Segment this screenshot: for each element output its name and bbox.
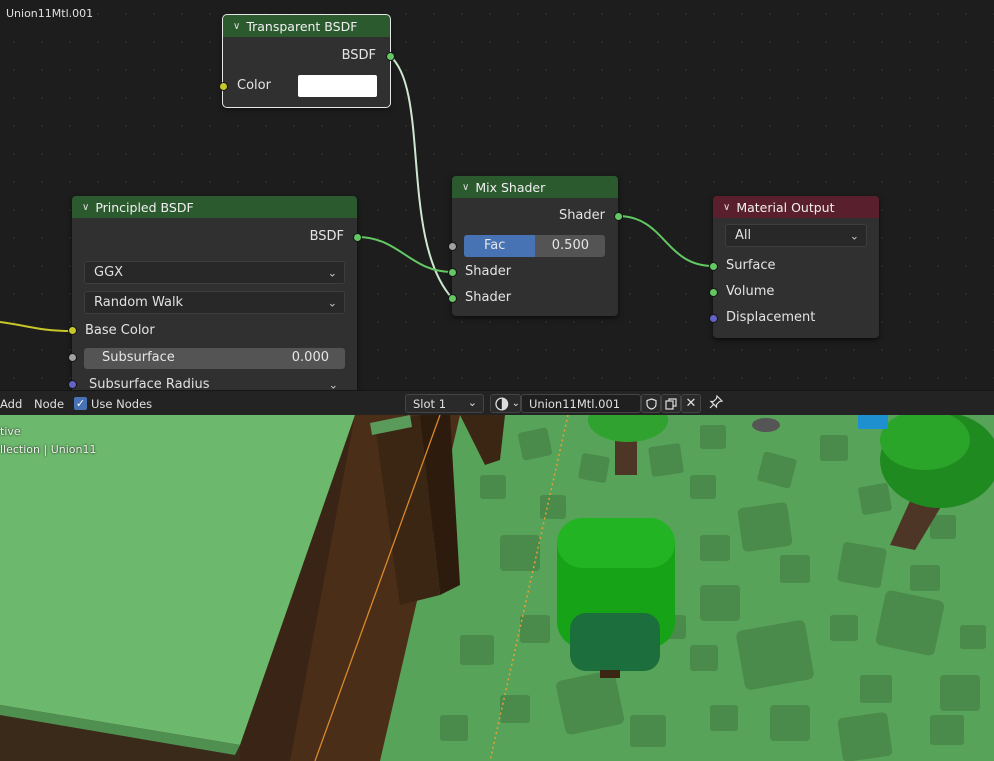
input-socket-subsurface[interactable]	[68, 353, 77, 362]
subsurface-method-dropdown[interactable]: Random Walk ⌄	[84, 291, 345, 314]
output-bsdf-label: BSDF	[341, 48, 376, 63]
close-icon: ✕	[685, 396, 697, 411]
input-socket-shader-1[interactable]	[448, 268, 457, 277]
input-socket-color[interactable]	[219, 82, 228, 91]
blue-object	[858, 415, 888, 429]
output-bsdf-label: BSDF	[309, 229, 344, 244]
node-header[interactable]: ∨ Principled BSDF	[72, 196, 357, 218]
input-socket-fac[interactable]	[448, 242, 457, 251]
distribution-dropdown[interactable]: GGX ⌄	[84, 261, 345, 284]
use-nodes-label: Use Nodes	[91, 397, 153, 411]
subsurface-radius-label: Subsurface Radius	[89, 377, 210, 390]
viewport-collection-text: llection | Union11	[0, 443, 97, 456]
output-socket[interactable]	[386, 52, 395, 61]
use-nodes-checkbox[interactable]: ✓	[74, 397, 87, 410]
target-dropdown[interactable]: All ⌄	[725, 224, 867, 247]
shield-icon	[645, 397, 657, 410]
subsurface-field[interactable]: Subsurface 0.000	[84, 348, 345, 369]
target-value: All	[735, 228, 752, 243]
node-menu[interactable]: Node	[34, 397, 64, 411]
volume-label: Volume	[726, 284, 775, 299]
collapse-chevron-icon[interactable]: ∨	[233, 21, 240, 32]
material-browse-button[interactable]: ⌄	[490, 394, 521, 413]
duplicate-icon	[665, 397, 677, 410]
link-principled-to-mix	[356, 236, 453, 273]
3d-viewport[interactable]: tive llection | Union11	[0, 415, 994, 761]
fac-label: Fac	[484, 238, 506, 253]
link-color-to-basecolor	[0, 321, 73, 332]
chevron-down-icon: ⌄	[327, 296, 337, 309]
collapse-chevron-icon[interactable]: ∨	[723, 202, 730, 213]
pin-icon	[709, 394, 724, 409]
color-swatch[interactable]	[298, 75, 377, 97]
viewport-scene	[0, 415, 994, 761]
base-color-label: Base Color	[85, 323, 155, 338]
chevron-down-icon: ⌄	[849, 229, 859, 242]
output-socket[interactable]	[614, 212, 623, 221]
shader-input-1-label: Shader	[465, 264, 512, 279]
node-title: Principled BSDF	[95, 199, 194, 215]
principled-bsdf-node[interactable]: ∨ Principled BSDF BSDF GGX ⌄ Random Walk…	[68, 196, 362, 390]
pin-button[interactable]	[708, 394, 724, 413]
node-title: Transparent BSDF	[246, 18, 358, 34]
material-sphere-icon	[495, 397, 509, 410]
link-transparent-to-mix	[389, 55, 453, 299]
material-output-node[interactable]: ∨ Material Output All ⌄ Surface Volume D…	[709, 196, 879, 338]
node-editor[interactable]: Union11Mtl.001 ∨ Transparent BSDF BSDF C…	[0, 0, 994, 390]
node-header[interactable]: ∨ Transparent BSDF	[223, 15, 390, 37]
fac-slider[interactable]: Fac 0.500	[464, 235, 605, 257]
chevron-down-icon: ⌄	[511, 398, 520, 409]
input-socket-volume[interactable]	[709, 288, 718, 297]
subsurface-value: 0.000	[291, 350, 329, 365]
green-character-base	[570, 613, 660, 671]
fac-value: 0.500	[551, 238, 589, 253]
input-socket-shader-2[interactable]	[448, 294, 457, 303]
duplicate-material-button[interactable]	[661, 394, 681, 413]
material-name-field[interactable]: Union11Mtl.001	[521, 394, 641, 413]
slot-dropdown[interactable]: Slot 1 ⌄	[405, 394, 484, 413]
transparent-bsdf-node[interactable]: ∨ Transparent BSDF BSDF Color	[219, 14, 395, 108]
chevron-down-icon: ⌄	[328, 378, 338, 390]
surface-label: Surface	[726, 258, 776, 273]
node-header[interactable]: ∨ Material Output	[713, 196, 879, 218]
output-socket[interactable]	[353, 233, 362, 242]
chevron-down-icon: ⌄	[327, 266, 337, 279]
add-menu[interactable]: Add	[0, 397, 22, 411]
input-socket-base-color[interactable]	[68, 326, 77, 335]
node-title: Mix Shader	[475, 179, 546, 195]
collapse-chevron-icon[interactable]: ∨	[82, 202, 89, 213]
material-name-value: Union11Mtl.001	[529, 396, 621, 411]
color-input-label: Color	[237, 78, 271, 93]
chevron-down-icon: ⌄	[467, 396, 477, 409]
input-socket-surface[interactable]	[709, 262, 718, 271]
subsurface-label: Subsurface	[102, 350, 175, 365]
fake-user-button[interactable]	[641, 394, 661, 413]
output-shader-label: Shader	[558, 208, 605, 223]
input-socket-subsurface-radius[interactable]	[68, 380, 77, 389]
node-header[interactable]: ∨ Mix Shader	[452, 176, 618, 198]
slot-value: Slot 1	[413, 396, 447, 411]
unlink-material-button[interactable]: ✕	[681, 394, 701, 413]
node-editor-header: Add Node ✓ Use Nodes Slot 1 ⌄ ⌄ Union11M…	[0, 390, 994, 416]
viewport-mode-text: tive	[0, 425, 21, 438]
tree-canopy	[588, 415, 668, 442]
subsurface-method-value: Random Walk	[94, 295, 184, 310]
distribution-value: GGX	[94, 265, 124, 280]
node-title: Material Output	[736, 199, 835, 215]
subsurface-radius-row[interactable]: Subsurface Radius ⌄	[84, 374, 345, 390]
displacement-label: Displacement	[726, 310, 816, 325]
input-socket-displacement[interactable]	[709, 314, 718, 323]
collapse-chevron-icon[interactable]: ∨	[462, 182, 469, 193]
shader-input-2-label: Shader	[465, 290, 512, 305]
link-mix-to-output	[617, 215, 714, 267]
mix-shader-node[interactable]: ∨ Mix Shader Shader Fac 0.500 Shader Sha…	[448, 176, 623, 316]
